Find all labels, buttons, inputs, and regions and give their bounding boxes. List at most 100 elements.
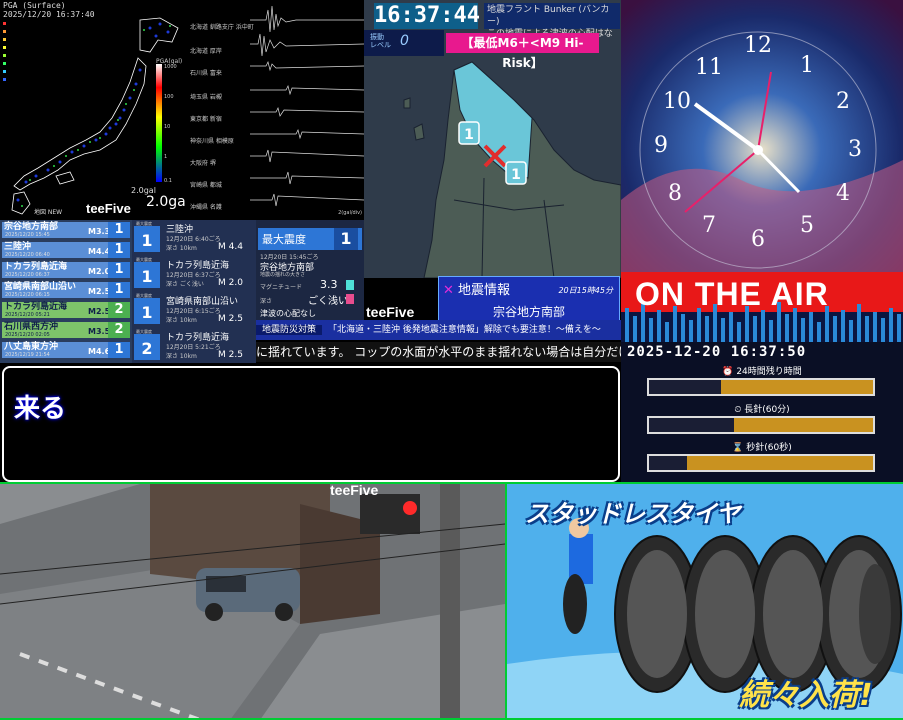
depth-value: ごく浅い xyxy=(308,296,348,307)
detail-intensity-badge: 1 xyxy=(134,262,160,288)
quake-intensity-badge: 2 xyxy=(108,302,130,318)
svg-text:0.1: 0.1 xyxy=(164,178,172,184)
timer-panel: 2025-12-20 16:37:50 ⏰ 24時間残り時間 ⏲ 長針(60分)… xyxy=(621,342,903,482)
detail-depth: 深さ 10km xyxy=(166,317,197,324)
quake-region: トカラ列島近海 xyxy=(4,262,68,272)
wave-station-label: 東京都 新宿 xyxy=(190,116,222,123)
list-item[interactable]: 最大震度 1 トカラ列島近海 12月20日 6:37ごろ 深さ ごく浅い M 2… xyxy=(132,256,256,290)
detail-time: 12月20日 6:37ごろ xyxy=(166,272,221,279)
street-scene-image xyxy=(0,484,505,720)
magnitude-value: 3.3 xyxy=(320,278,338,291)
second-hand-label: ⌛ 秒針(60秒) xyxy=(621,440,903,453)
magnitude-swatch xyxy=(346,280,354,290)
vibration-level-label: 振動 レベル xyxy=(370,33,391,49)
list-item[interactable]: 最大震度 1 三陸沖 12月20日 6:40ごろ 深さ 10km M 4.4 xyxy=(132,220,256,254)
svg-text:1: 1 xyxy=(800,53,814,78)
quake-magnitude: M2.5 xyxy=(88,287,111,296)
wave-station-label: 北海道 釧路支庁 浜中町 xyxy=(190,24,254,31)
svg-text:6: 6 xyxy=(751,227,765,252)
second-progress-fill xyxy=(649,456,688,470)
subtitle-box: 来る xyxy=(2,366,620,482)
ad-title: スタッドレスタイヤ xyxy=(525,500,741,528)
svg-text:8: 8 xyxy=(668,181,682,206)
list-item[interactable]: 最大震度 2 トカラ列島近海 12月20日 5:21ごろ 深さ 10km M 2… xyxy=(132,328,256,362)
list-item[interactable]: 三陸沖 2025/12/20 06:40 M4.4 1 xyxy=(2,242,130,258)
on-air-banner: ON THE AIR xyxy=(621,272,903,342)
map-legend-new: 地図 NEW xyxy=(34,209,63,216)
quake-info-box: ✕ 地震情報 20日15時45分 宗谷地方南部 xyxy=(438,276,620,322)
ad-subtitle: 続々入荷! xyxy=(739,678,873,713)
svg-text:1: 1 xyxy=(164,154,167,160)
detail-depth: 深さ ごく浅い xyxy=(166,281,204,288)
japan-map-graphic: 10001001010.1 xyxy=(3,17,179,215)
analog-clock-icon: 12123 4567 891011 xyxy=(621,0,903,272)
list-item[interactable]: 八丈島東方沖 2025/12/19 21:54 M4.6 1 xyxy=(2,342,130,358)
day-progress-fill xyxy=(649,380,721,394)
quake-date: 2025/12/20 15:45 xyxy=(5,232,50,238)
detail-intensity-badge: 1 xyxy=(134,298,160,324)
quake-date: 2025/12/20 06:40 xyxy=(5,252,50,258)
minute-progress-bar xyxy=(647,416,875,434)
list-item[interactable]: 宮崎県南部山沿い 2025/12/20 06:15 M2.5 1 xyxy=(2,282,130,298)
pga-scale-label: PGA(gal) xyxy=(156,58,183,65)
list-item[interactable]: トカラ列島近海 2025/12/20 06:37 M2.0 1 xyxy=(2,262,130,278)
detail-depth: 深さ 10km xyxy=(166,353,197,360)
current-datetime: 2025-12-20 16:37:50 xyxy=(627,344,807,360)
svg-text:100: 100 xyxy=(164,94,174,100)
wave-station-label: 宮崎県 都城 xyxy=(190,182,222,189)
quake-magnitude: M4.6 xyxy=(88,347,111,356)
quake-region: 宗谷地方南部 xyxy=(4,222,59,232)
quake-intensity-badge: 1 xyxy=(108,282,130,298)
news-headline-bar: 地震防災対策 「北海道・三陸沖 後発地震注意情報」解除でも要注意！〜備えを〜 xyxy=(256,320,622,340)
list-item[interactable]: 最大震度 1 宮崎県南部山沿い 12月20日 6:15ごろ 深さ 10km M … xyxy=(132,292,256,326)
svg-text:3: 3 xyxy=(848,137,862,162)
detail-time: 12月20日 5:21ごろ xyxy=(166,344,221,351)
quake-intensity-badge: 1 xyxy=(108,262,130,278)
depth-swatch xyxy=(346,294,354,304)
list-item[interactable]: トカラ列島近海 2025/12/20 05:21 M2.5 2 xyxy=(2,302,130,318)
detail-time: 12月20日 6:40ごろ xyxy=(166,236,221,243)
remain-label-text: 24時間残り時間 xyxy=(736,367,802,377)
second-progress-bar xyxy=(647,454,875,472)
depth-label: 深さ xyxy=(260,298,273,305)
list-item[interactable]: 石川県西方沖 2025/12/20 02:05 M3.5 2 xyxy=(2,322,130,338)
svg-text:12: 12 xyxy=(744,33,772,58)
long-hand-icon: ⏲ xyxy=(734,405,745,415)
wave-station-label: 神奈川県 相模原 xyxy=(190,138,234,145)
news-tag: 地震防災対策 xyxy=(256,325,323,335)
seismic-waveform-panel: 北海道 釧路支庁 浜中町 北海道 厚岸 石川県 富来 埼玉県 岩槻 東京都 新宿… xyxy=(186,0,364,220)
svg-text:2: 2 xyxy=(836,89,850,114)
magnitude-label: マグニチュード xyxy=(260,284,303,291)
quake-intensity-badge: 2 xyxy=(108,322,130,338)
minute-progress-fill xyxy=(649,418,735,432)
quake-region: トカラ列島近海 xyxy=(4,302,68,312)
detail-magnitude: M 2.5 xyxy=(218,350,243,360)
detail-magnitude: M 2.5 xyxy=(218,314,243,324)
tsunami-status: 津波の心配なし xyxy=(260,309,316,318)
quake-info-time: 20日15時45分 xyxy=(558,286,613,295)
quake-region: 宮崎県南部山沿い xyxy=(4,282,77,292)
on-air-text: ON THE AIR xyxy=(635,276,829,312)
detail-depth: 深さ 10km xyxy=(166,245,197,252)
divider xyxy=(505,484,507,720)
gal-value: 2.0gal xyxy=(146,194,186,210)
quake-magnitude: M4.4 xyxy=(88,247,111,256)
quake-region: 三陸沖 xyxy=(4,242,32,252)
quake-date: 2025/12/20 06:15 xyxy=(5,292,50,298)
analog-clock-art: 12 1 2 3 4567 8 9 10 11 xyxy=(621,0,903,272)
max-intensity-title: 最大震度 xyxy=(262,233,306,246)
quake-date: 2025/12/20 05:21 xyxy=(5,312,50,318)
list-item[interactable]: 宗谷地方南部 2025/12/20 15:45 M3.3 1 xyxy=(2,222,130,238)
wave-unit: 2(gal/div) xyxy=(338,210,362,216)
svg-text:10: 10 xyxy=(663,89,691,114)
svg-text:9: 9 xyxy=(654,133,668,158)
vibration-level-box: 振動 レベル 0 xyxy=(364,30,444,56)
second-hand-label-text: 秒針(60秒) xyxy=(746,443,792,453)
news-headline: 「北海道・三陸沖 後発地震注意情報」解除でも要注意！〜備えを〜 xyxy=(328,325,601,335)
eew-panel: 1 1 16:37:44 地震フラント Bunker (バンカー) この地震によ… xyxy=(364,0,621,278)
quake-intensity-badge: 1 xyxy=(108,342,130,358)
quake-detail-list: 最大震度 1 三陸沖 12月20日 6:40ごろ 深さ 10km M 4.4 最… xyxy=(132,220,256,363)
quake-info-title-text: 地震情報 xyxy=(458,283,511,298)
quake-magnitude: M3.5 xyxy=(88,327,111,336)
long-hand-label-text: 長針(60分) xyxy=(744,405,790,415)
